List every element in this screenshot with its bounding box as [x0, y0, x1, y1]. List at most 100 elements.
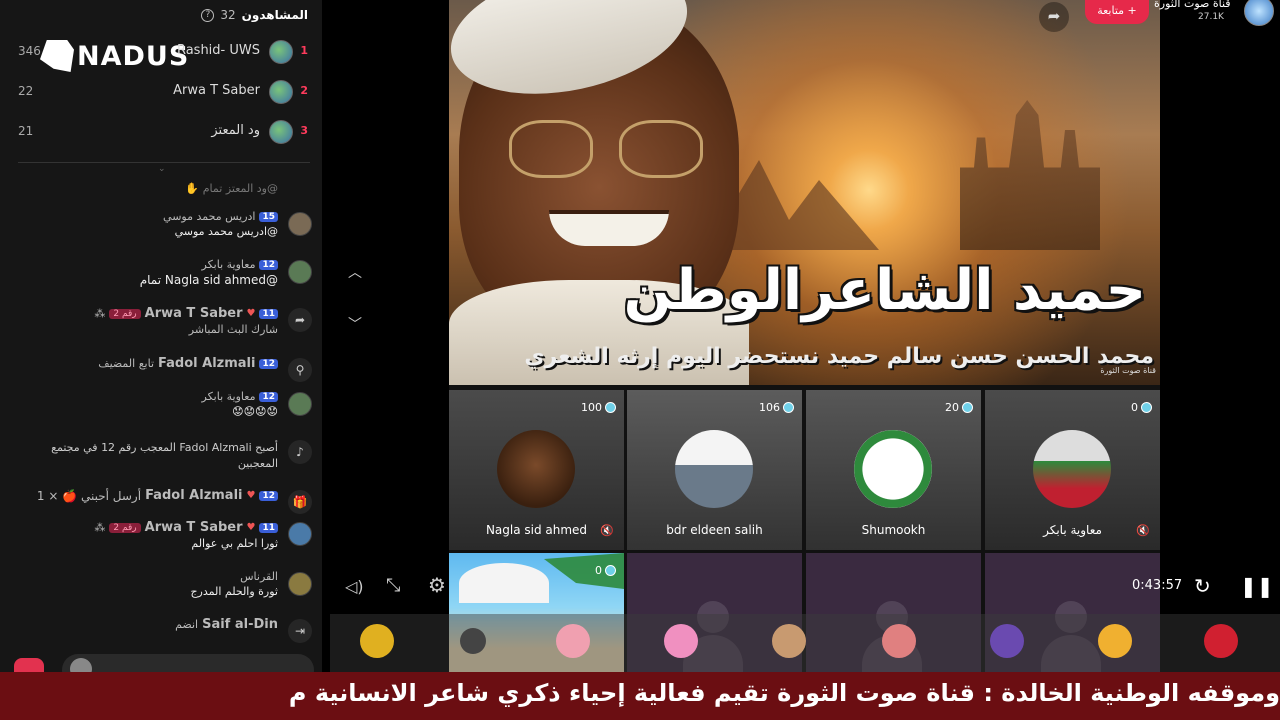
palm-leaves [544, 553, 624, 589]
chat-text: @Nagla sid ahmed تمام [139, 273, 278, 287]
level-badge: 12 [259, 259, 278, 270]
tile-coins: 0 [1131, 401, 1138, 414]
poet-glasses [509, 120, 709, 180]
tile-coins: 20 [945, 401, 959, 414]
chat-message: 15 ادريس محمد موسي @ادريس محمد موسي [12, 210, 312, 238]
news-ticker: وموقفه الوطنية الخالدة : قناة صوت الثورة… [0, 672, 1280, 720]
guest-tile[interactable]: 20 Shumookh [806, 390, 981, 550]
ranking-row[interactable]: 21 ود المعتز 3 [0, 117, 322, 147]
avatar[interactable] [288, 212, 312, 236]
avatar [269, 40, 293, 64]
fans-icon: ⁂ [94, 521, 106, 534]
chat-message: القرناس ثورة والحلم المدرج [12, 570, 312, 598]
gift-ice-cream-icon[interactable] [556, 624, 590, 658]
follow-button[interactable]: + متابعة [1085, 0, 1149, 24]
chat-username[interactable]: Fadol Alzmali [158, 356, 255, 371]
chevron-up-icon[interactable]: ︿ [348, 262, 362, 282]
channel-name[interactable]: قناة صوت الثورة [1154, 0, 1231, 10]
audio-icon[interactable]: ◁) [345, 577, 364, 596]
gift-finger-heart-icon[interactable] [882, 624, 916, 658]
chat-username[interactable]: القرناس [240, 570, 278, 583]
gift-coin-icon[interactable] [360, 624, 394, 658]
viewers-label: المشاهدون [241, 8, 308, 22]
tile-name: معاوية بابكر [1043, 523, 1102, 537]
tile-coins: 0 [595, 564, 602, 577]
heart-badge-icon: ♥ [246, 522, 256, 533]
chevron-down-icon[interactable]: ﹀ [348, 314, 362, 334]
mic-muted-icon: 🔇 [600, 524, 614, 537]
gift-icon[interactable]: 🎁 [288, 490, 312, 514]
ranking-name: Rashid- UWS [176, 43, 260, 58]
level-badge: 15 [259, 211, 278, 222]
info-icon[interactable]: ? [201, 8, 215, 22]
tile-name: bdr eldeen salih [666, 523, 763, 537]
chevron-up-icon[interactable] [460, 628, 486, 654]
avatar[interactable] [288, 572, 312, 596]
like-button[interactable] [14, 658, 44, 672]
avatar [497, 430, 575, 508]
chat-username[interactable]: Arwa T Saber [145, 520, 243, 535]
follow-user-icon[interactable]: ⚲ [288, 358, 312, 382]
chat-username[interactable]: معاوية بابكر [202, 390, 256, 403]
wave-icon: ✋ [185, 182, 199, 195]
chat-username[interactable]: ادريس محمد موسي [163, 210, 255, 223]
share-icon[interactable]: ➦ [288, 308, 312, 332]
chat-text: ثورة والحلم المدرج [190, 585, 278, 598]
chat-username[interactable]: Arwa T Saber [145, 306, 243, 321]
replay-icon[interactable]: ↻ [1194, 574, 1211, 598]
umbrella [459, 563, 549, 603]
fans-icon: ⁂ [94, 307, 106, 320]
chat-username[interactable]: معاوية بابكر [202, 258, 256, 271]
chat-message: ⚲ 12 Fadol Alzmali تابع المضيف [12, 356, 312, 382]
guest-tile[interactable]: 106 bdr eldeen salih [627, 390, 802, 550]
gift-doughnut-icon[interactable] [772, 624, 806, 658]
avatar[interactable] [288, 392, 312, 416]
join-icon[interactable]: ⇥ [288, 619, 312, 643]
avatar [675, 430, 753, 508]
chat-text: تابع المضيف [98, 357, 155, 370]
coin-icon [605, 402, 616, 413]
avatar [1033, 430, 1111, 508]
minimize-icon[interactable]: ⤡ [386, 575, 400, 596]
ranking-name: Arwa T Saber [173, 83, 260, 98]
tile-coins: 106 [759, 401, 780, 414]
ranking-row[interactable]: 346 Rashid- UWS 1 [0, 37, 322, 67]
ranking-number: 1 [300, 44, 308, 57]
chat-text: أرسل أحبني 🍎 × 1 [36, 488, 142, 503]
rank-badge: رقم 2 [109, 308, 141, 319]
settings-icon[interactable]: ⚙ [428, 573, 446, 597]
heart-badge-icon: ♥ [246, 308, 256, 319]
gift-love-face-icon[interactable] [1098, 624, 1132, 658]
channel-likes: 27.1K [1198, 12, 1224, 22]
viewers-header[interactable]: المشاهدون 32 ? [201, 8, 308, 22]
share-icon[interactable]: ➦ [1039, 2, 1069, 32]
ranking-number: 2 [300, 84, 308, 97]
chat-input[interactable] [62, 654, 314, 672]
chat-username[interactable]: Saif al-Din [202, 617, 278, 632]
chat-text: أصبح Fadol Alzmali المعجب رقم 12 في مجتم… [51, 441, 278, 470]
hero-watermark: قناة صوت الثورة [1100, 366, 1156, 375]
avatar[interactable] [288, 260, 312, 284]
avatar [269, 120, 293, 144]
guest-tile[interactable]: 0 معاوية بابكر 🔇 [985, 390, 1160, 550]
avatar[interactable] [288, 522, 312, 546]
coin-icon [783, 402, 794, 413]
chat-message: ⇥ Saif al-Din انضم [12, 617, 312, 643]
chat-message: ➦ 11 ♥ Arwa T Saber رقم 2 ⁂ شارك البث المباش… [12, 306, 312, 336]
gift-tiktok-icon[interactable] [990, 624, 1024, 658]
chat-message: 🎁 12 ♥ Fadol Alzmali أرسل أحبني 🍎 × 1 [12, 488, 312, 514]
ranking-score: 346 [18, 44, 41, 58]
gift-heart-icon[interactable] [664, 624, 698, 658]
chat-text: ثورا احلم بي عوالم [191, 537, 278, 550]
tiktok-icon[interactable]: ♪ [288, 440, 312, 464]
chat-username[interactable]: Fadol Alzmali [145, 488, 242, 503]
level-badge: 11 [259, 308, 278, 319]
city-silhouette [960, 100, 1100, 250]
gift-rose-icon[interactable] [1204, 624, 1238, 658]
guest-tile[interactable]: 100 Nagla sid ahmed 🔇 [449, 390, 624, 550]
chevron-down-icon[interactable]: ⌄ [158, 164, 166, 174]
channel-avatar[interactable] [1244, 0, 1274, 26]
pause-icon[interactable]: ❚❚ [1240, 574, 1274, 598]
viewers-count: 32 [220, 8, 236, 22]
ranking-row[interactable]: 22 Arwa T Saber 2 [0, 77, 322, 107]
